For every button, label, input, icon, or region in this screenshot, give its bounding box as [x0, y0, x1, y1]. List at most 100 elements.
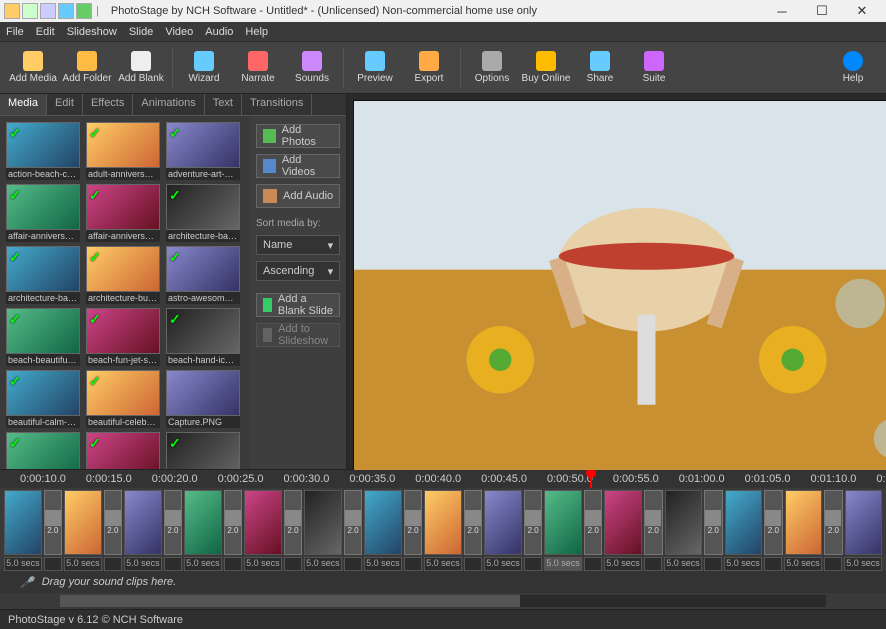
- timeline-clip[interactable]: [725, 490, 763, 556]
- scrollbar-thumb[interactable]: [60, 595, 520, 607]
- add-videos-button[interactable]: Add Videos: [256, 154, 340, 178]
- transition[interactable]: 2.0: [44, 490, 63, 556]
- media-thumb[interactable]: ✓beach-hand-ice-cr...: [166, 308, 240, 366]
- clip-duration[interactable]: 5.0 secs: [64, 557, 102, 571]
- close-button[interactable]: ✕: [842, 1, 882, 21]
- clip-duration[interactable]: 5.0 secs: [784, 557, 822, 571]
- clip-duration[interactable]: 5.0 secs: [364, 557, 402, 571]
- clip-duration[interactable]: 5.0 secs: [304, 557, 342, 571]
- menu-video[interactable]: Video: [165, 26, 193, 38]
- media-thumb[interactable]: ✓action-beach-care...: [6, 122, 80, 180]
- sort-order-select[interactable]: Ascending▾: [256, 261, 340, 281]
- transition[interactable]: 2.0: [824, 490, 843, 556]
- menu-slide[interactable]: Slide: [129, 26, 153, 38]
- add-folder-button[interactable]: Add Folder: [60, 44, 114, 92]
- tab-transitions[interactable]: Transitions: [242, 94, 312, 115]
- media-thumb[interactable]: ✓beautiful-celebrati...: [86, 370, 160, 428]
- timeline-clip[interactable]: [544, 490, 582, 556]
- transition[interactable]: 2.0: [644, 490, 663, 556]
- media-thumb[interactable]: Capture.PNG: [166, 370, 240, 428]
- transition[interactable]: 2.0: [164, 490, 183, 556]
- media-thumb[interactable]: ✓architecture-barg...: [6, 246, 80, 304]
- qa-icon-4[interactable]: [58, 3, 74, 19]
- timeline-clip[interactable]: [364, 490, 402, 556]
- timeline-clip[interactable]: [424, 490, 462, 556]
- suite-button[interactable]: Suite: [627, 44, 681, 92]
- qa-icon-2[interactable]: [22, 3, 38, 19]
- transition[interactable]: 2.0: [524, 490, 543, 556]
- media-thumb[interactable]: ✓architecture-ballo...: [166, 184, 240, 242]
- timeline-clip[interactable]: [665, 490, 703, 556]
- timeline-clip[interactable]: [64, 490, 102, 556]
- menu-help[interactable]: Help: [245, 26, 268, 38]
- timeline-clip[interactable]: [785, 490, 823, 556]
- media-thumb[interactable]: ✓beach-fun-jet-ski-...: [86, 308, 160, 366]
- add-media-button[interactable]: Add Media: [6, 44, 60, 92]
- sounds-button[interactable]: Sounds: [285, 44, 339, 92]
- transition[interactable]: 2.0: [464, 490, 483, 556]
- timeline-clip[interactable]: [4, 490, 42, 556]
- sort-field-select[interactable]: Name▾: [256, 235, 340, 255]
- options-button[interactable]: Options: [465, 44, 519, 92]
- transition[interactable]: 2.0: [344, 490, 363, 556]
- share-button[interactable]: Share: [573, 44, 627, 92]
- transition[interactable]: 2.0: [404, 490, 423, 556]
- transition[interactable]: 2.0: [704, 490, 723, 556]
- add-photos-button[interactable]: Add Photos: [256, 124, 340, 148]
- export-button[interactable]: Export: [402, 44, 456, 92]
- add-to-slideshow-button[interactable]: Add to Slideshow: [256, 323, 340, 347]
- media-thumb[interactable]: ✓adult-anniversary-...: [86, 122, 160, 180]
- timeline-clip[interactable]: [304, 490, 342, 556]
- tab-text[interactable]: Text: [205, 94, 242, 115]
- clip-duration[interactable]: 5.0 secs: [4, 557, 42, 571]
- timeline-clip[interactable]: [124, 490, 162, 556]
- playhead[interactable]: [590, 470, 592, 488]
- timeline-ruler[interactable]: 0:00:10.00:00:15.00:00:20.00:00:25.00:00…: [0, 470, 886, 488]
- add-blank-button[interactable]: Add Blank: [114, 44, 168, 92]
- minimize-button[interactable]: ─: [762, 1, 802, 21]
- transition[interactable]: 2.0: [584, 490, 603, 556]
- timeline-clip[interactable]: [484, 490, 522, 556]
- menu-slideshow[interactable]: Slideshow: [67, 26, 117, 38]
- media-thumb[interactable]: ✓beach-beautiful-bi...: [6, 308, 80, 366]
- preview-button[interactable]: Preview: [348, 44, 402, 92]
- transition[interactable]: 2.0: [764, 490, 783, 556]
- media-thumbnails[interactable]: ✓action-beach-care...✓adult-anniversary-…: [0, 116, 250, 469]
- timeline-clip[interactable]: [604, 490, 642, 556]
- help-button[interactable]: Help: [826, 44, 880, 92]
- clip-duration[interactable]: 5.0 secs: [424, 557, 462, 571]
- audio-track[interactable]: 🎤 Drag your sound clips here.: [0, 571, 886, 593]
- wizard-button[interactable]: Wizard: [177, 44, 231, 92]
- transition[interactable]: 2.0: [284, 490, 303, 556]
- transition[interactable]: 2.0: [224, 490, 243, 556]
- media-thumb[interactable]: ✓beautiful-calm-clo...: [6, 370, 80, 428]
- media-thumb[interactable]: ✓astro-awesome-bl...: [166, 246, 240, 304]
- clip-duration[interactable]: 5.0 secs: [484, 557, 522, 571]
- timeline-clip[interactable]: [184, 490, 222, 556]
- tab-edit[interactable]: Edit: [47, 94, 83, 115]
- tab-animations[interactable]: Animations: [133, 94, 204, 115]
- buy-online-button[interactable]: Buy Online: [519, 44, 573, 92]
- add-blank-slide-button[interactable]: Add a Blank Slide: [256, 293, 340, 317]
- media-thumb[interactable]: ✓adventure-art-ball...: [166, 122, 240, 180]
- preview-image[interactable]: [353, 100, 886, 485]
- media-thumb[interactable]: ✓architecture-buildi...: [86, 246, 160, 304]
- clip-duration[interactable]: 5.0 secs: [844, 557, 882, 571]
- add-audio-button[interactable]: Add Audio: [256, 184, 340, 208]
- qa-icon-5[interactable]: [76, 3, 92, 19]
- timeline-clip[interactable]: [845, 490, 883, 556]
- media-thumb[interactable]: ✓affair-anniversary...: [6, 184, 80, 242]
- clip-duration[interactable]: 5.0 secs: [724, 557, 762, 571]
- maximize-button[interactable]: ☐: [802, 1, 842, 21]
- media-thumb[interactable]: ✓holiday-hotel-las-v...: [86, 432, 160, 469]
- menu-file[interactable]: File: [6, 26, 24, 38]
- clip-duration[interactable]: 5.0 secs: [544, 557, 582, 571]
- media-thumb[interactable]: ✓cosmos-dark-eveni...: [6, 432, 80, 469]
- clip-duration[interactable]: 5.0 secs: [604, 557, 642, 571]
- menu-audio[interactable]: Audio: [205, 26, 233, 38]
- menu-edit[interactable]: Edit: [36, 26, 55, 38]
- clip-duration[interactable]: 5.0 secs: [124, 557, 162, 571]
- media-thumb[interactable]: ✓hotel-leisure-palm-...: [166, 432, 240, 469]
- media-thumb[interactable]: ✓affair-anniversary-...: [86, 184, 160, 242]
- qa-icon-1[interactable]: [4, 3, 20, 19]
